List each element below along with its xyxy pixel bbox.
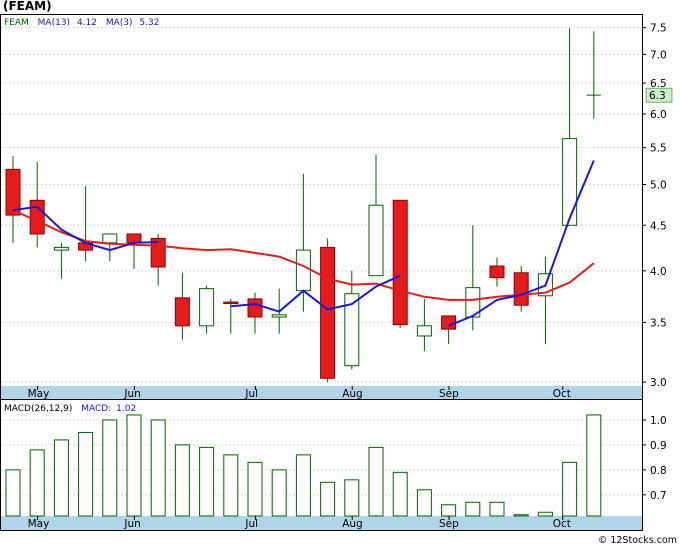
legend-feam: FEAM [4, 18, 29, 28]
macd-bar [586, 414, 602, 517]
macd-bar [223, 454, 239, 517]
macd-bar [562, 461, 578, 517]
macd-legend: MACD(26,12,9) MACD: 1.02 [4, 404, 136, 414]
candle-body-down [174, 297, 190, 327]
candle-body-up [102, 233, 118, 244]
price-xtick-label: Jun [123, 388, 140, 400]
macd-xtick-label: Jul [244, 518, 258, 530]
candle-body-down [489, 265, 505, 279]
candle-body-up [416, 325, 432, 337]
macd-bar [392, 471, 408, 517]
price-xtick-label: Aug [342, 388, 363, 400]
price-ytick-label: 5.0 [650, 180, 667, 192]
macd-ytick-label: 1.0 [650, 415, 667, 427]
candle-body-down [392, 199, 408, 326]
macd-bar [295, 454, 311, 517]
legend-ma13: MA(13) [38, 18, 70, 28]
legend-macd-value: 1.02 [116, 404, 136, 414]
legend-ma3: MA(3) [106, 18, 133, 28]
candle-body-down [29, 199, 45, 235]
macd-xtick-label: Oct [553, 518, 571, 530]
legend-macd-params: MACD(26,12,9) [4, 404, 72, 414]
candle-body-up [295, 249, 311, 292]
price-month-axis-band [1, 386, 642, 399]
candle-body-down [513, 272, 529, 306]
macd-xtick-label: Sep [439, 518, 459, 530]
price-xtick-label: Sep [439, 388, 459, 400]
price-ytick-label: 5.5 [650, 143, 667, 155]
macd-bar [513, 514, 529, 517]
candle-body-up [53, 246, 69, 251]
macd-bar [344, 479, 360, 517]
macd-bar [150, 419, 166, 517]
candle-body-down [320, 246, 336, 379]
candle-body-down [126, 233, 142, 244]
macd-bar [416, 489, 432, 517]
price-ytick-label: 3.5 [650, 317, 667, 329]
macd-bar [53, 439, 69, 517]
macd-xtick-label: Jun [123, 518, 140, 530]
chart-title: (FEAM) [3, 0, 52, 13]
macd-bar [465, 501, 481, 517]
macd-bar [247, 461, 263, 517]
macd-ytick-label: 0.8 [650, 465, 667, 477]
macd-bar [199, 446, 215, 517]
legend-ma13-value: 4.12 [77, 18, 97, 28]
stock-chart: (FEAM) FEAM MA(13) 4.12 MA(3) 5.32 MACD(… [0, 0, 677, 546]
price-ytick-label: 7.5 [650, 23, 667, 35]
candle-body-down [5, 168, 21, 216]
macd-bar [102, 419, 118, 517]
legend-ma3-value: 5.32 [139, 18, 159, 28]
macd-bar [126, 414, 142, 517]
price-ytick-label: 4.0 [650, 266, 667, 278]
macd-bar [537, 511, 553, 517]
price-xtick-label: Oct [553, 388, 571, 400]
candle-body-down [441, 315, 457, 330]
candle-body-up [562, 138, 578, 226]
macd-bar [174, 444, 190, 517]
price-xtick-label: Jul [244, 388, 258, 400]
price-xtick-label: May [28, 388, 50, 400]
macd-month-axis-band [1, 516, 642, 530]
macd-ytick-label: 0.9 [650, 440, 667, 452]
last-price-label: 6.3 [649, 90, 666, 102]
macd-bar [271, 469, 287, 517]
candle-body-down [247, 298, 263, 318]
price-ytick-label: 7.0 [650, 49, 667, 61]
candle-body-down [223, 301, 239, 305]
price-ytick-label: 6.0 [650, 109, 667, 121]
price-ytick-label: 4.5 [650, 220, 667, 232]
candle-body-up [199, 288, 215, 327]
macd-bar [29, 449, 45, 517]
macd-xtick-label: Aug [342, 518, 363, 530]
macd-bar [78, 431, 94, 517]
legend-macd-label: MACD: [81, 404, 111, 414]
macd-bar [441, 504, 457, 517]
copyright: © 12Stocks.com [598, 535, 677, 546]
macd-bar [320, 481, 336, 517]
price-ytick-label: 3.0 [650, 377, 667, 389]
candle-body-up [271, 314, 287, 318]
candle-body-up [368, 204, 384, 277]
macd-xtick-label: May [28, 518, 50, 530]
macd-bar [368, 446, 384, 517]
macd-bar [5, 469, 21, 517]
macd-bar [489, 501, 505, 517]
macd-ytick-label: 0.7 [650, 490, 667, 502]
